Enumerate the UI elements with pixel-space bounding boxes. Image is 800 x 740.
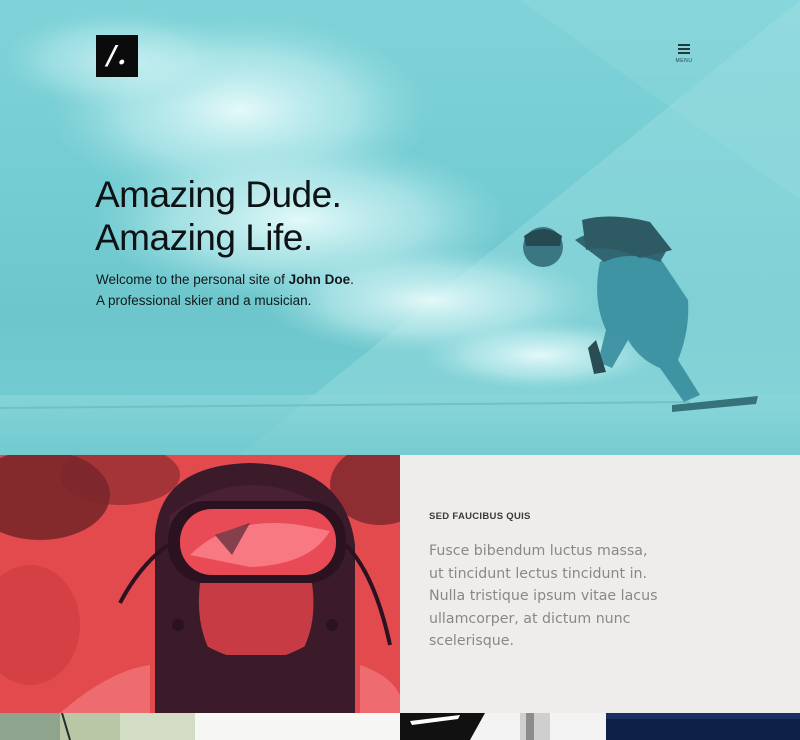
gallery-tile-3[interactable]: [400, 713, 606, 740]
headline-line-2: Amazing Life.: [95, 217, 313, 258]
feature-body-line: scelerisque.: [429, 633, 514, 649]
gallery-tile-4[interactable]: [606, 713, 800, 740]
intro-line-2: A professional skier and a musician.: [96, 293, 312, 308]
feature-body-line: Nulla tristique ipsum vitae lacus: [429, 588, 658, 604]
headline-line-1: Amazing Dude.: [95, 174, 342, 215]
gallery-strip: [0, 713, 800, 740]
menu-icon: [678, 43, 690, 55]
hero-headline: Amazing Dude. Amazing Life.: [95, 173, 342, 259]
feature-text-panel: SED FAUCIBUS QUIS Fusce bibendum luctus …: [400, 455, 800, 713]
hero-section: /. MENU Amazing Dude. Amazing Life. Welc…: [0, 0, 800, 455]
feature-kicker: SED FAUCIBUS QUIS: [429, 511, 531, 522]
menu-label: MENU: [675, 58, 693, 64]
feature-body-line: ut tincidunt lectus tincidunt in.: [429, 565, 648, 582]
feature-body-line: Fusce bibendum luctus massa,: [429, 543, 648, 559]
gallery-tile-1[interactable]: [0, 713, 195, 740]
intro-line-1: Welcome to the personal site of John Doe…: [96, 269, 354, 290]
intro-name: John Doe: [288, 272, 351, 287]
hero-intro: Welcome to the personal site of John Doe…: [96, 269, 354, 311]
logo-mark: /.: [106, 41, 128, 71]
intro-suffix: .: [350, 272, 354, 287]
menu-button[interactable]: MENU: [672, 43, 696, 69]
feature-body-line: ullamcorper, at dictum nunc: [429, 610, 631, 627]
feature-body: Fusce bibendum luctus massa, ut tincidun…: [429, 540, 779, 653]
intro-prefix: Welcome to the personal site of: [96, 272, 289, 287]
feature-image-goggles: [0, 455, 400, 713]
gallery-tile-2[interactable]: [195, 713, 400, 740]
site-logo[interactable]: /.: [96, 35, 138, 77]
